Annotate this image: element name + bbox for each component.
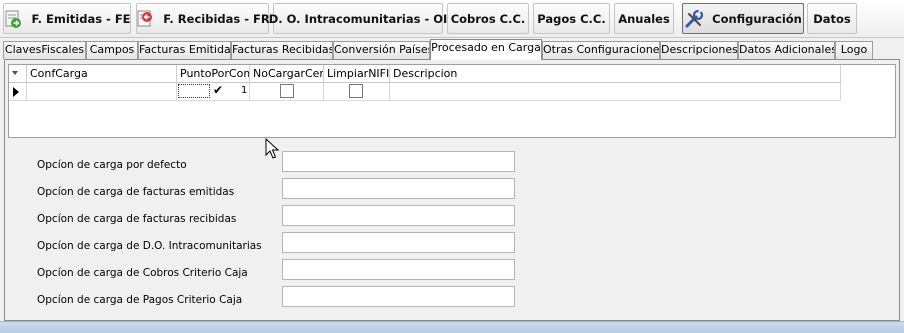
f-emitidas-button[interactable]: F. Emitidas - FE: [3, 3, 131, 34]
datos-button[interactable]: Datos: [807, 3, 857, 34]
opcion-carga-emitidas-label: Opcíon de carga de facturas emitidas: [37, 186, 235, 198]
settings-tools-icon: [684, 8, 704, 29]
grid-header: ConfCarga PuntoPorComa NoCargarCero Limp…: [9, 65, 841, 83]
cell-focus-rect: [178, 84, 210, 98]
column-header-limpiarnifid[interactable]: LimpiarNIFID: [324, 65, 390, 83]
anuales-button[interactable]: Anuales: [614, 3, 674, 34]
do-intracomunitarias-button[interactable]: D. O. Intracomunitarias - OI: [269, 3, 447, 34]
anuales-label: Anuales: [618, 11, 670, 26]
opcion-carga-pagos-input[interactable]: [282, 286, 515, 307]
f-recibidas-button[interactable]: F. Recibidas - FR: [135, 3, 270, 34]
datos-label: Datos: [813, 11, 851, 26]
sort-arrow-icon: [12, 71, 18, 75]
f-recibidas-label: F. Recibidas - FR: [163, 11, 270, 26]
cell-limpiarnifid[interactable]: [324, 83, 390, 100]
column-header-confcarga[interactable]: ConfCarga: [27, 65, 177, 83]
row-header-corner: [9, 65, 27, 83]
do-intracomunitarias-label: D. O. Intracomunitarias - OI: [268, 11, 448, 26]
tab-datos-adicionales[interactable]: Datos Adicionales: [738, 41, 835, 59]
cell-confcarga[interactable]: [27, 83, 177, 100]
table-row[interactable]: ✔ 1: [9, 83, 841, 101]
main-toolbar: F. Emitidas - FE F. Recibidas - FR D. O.…: [0, 0, 904, 38]
pagos-cc-label: Pagos C.C.: [537, 11, 606, 26]
puntoporcoma-checkbox[interactable]: ✔: [211, 84, 225, 98]
opcion-carga-defecto-label: Opcíon de carga por defecto: [37, 159, 187, 171]
opcion-carga-recibidas-input[interactable]: [282, 205, 515, 226]
bottom-status-bar: [0, 321, 904, 333]
cell-nocargarcero[interactable]: [250, 83, 324, 100]
tab-otras-configuraciones[interactable]: Otras Configuraciones: [542, 41, 660, 59]
cobros-cc-button[interactable]: Cobros C.C.: [447, 3, 529, 34]
column-header-descripcion[interactable]: Descripcion: [390, 65, 841, 83]
tab-conversion-paises[interactable]: Conversión Países: [333, 41, 430, 59]
tab-strip: ClavesFiscales Campos Facturas Emitidas …: [0, 39, 904, 60]
nocargarcero-checkbox[interactable]: [280, 84, 294, 98]
opcion-carga-defecto-input[interactable]: [282, 151, 515, 172]
configuracion-button[interactable]: Configuración: [682, 3, 804, 34]
opcion-carga-emitidas-input[interactable]: [282, 178, 515, 199]
tab-campos[interactable]: Campos: [86, 41, 138, 59]
tab-procesado-en-carga[interactable]: Procesado en Carga: [430, 39, 542, 60]
cobros-cc-label: Cobros C.C.: [450, 11, 526, 26]
conf-carga-grid[interactable]: ConfCarga PuntoPorComa NoCargarCero Limp…: [8, 64, 896, 138]
invoice-in-icon: [135, 9, 155, 29]
column-header-puntoporcoma[interactable]: PuntoPorComa: [177, 65, 250, 83]
f-emitidas-label: F. Emitidas - FE: [31, 11, 131, 26]
column-header-nocargarcero[interactable]: NoCargarCero: [250, 65, 324, 83]
row-indicator-cell: [9, 83, 27, 100]
configuracion-label: Configuración: [712, 11, 802, 26]
puntoporcoma-value: 1: [241, 85, 248, 96]
tab-claves-fiscales[interactable]: ClavesFiscales: [3, 41, 86, 59]
tab-facturas-emitidas[interactable]: Facturas Emitidas: [138, 41, 231, 59]
invoice-out-icon: [3, 9, 23, 29]
opcion-carga-intracomunitarias-input[interactable]: [282, 232, 515, 253]
mouse-pointer-icon: [265, 138, 279, 159]
limpiarnifid-checkbox[interactable]: [349, 84, 363, 98]
tab-descripciones[interactable]: Descripciones: [660, 41, 738, 59]
opcion-carga-intracomunitarias-label: Opcíon de carga de D.O. Intracomunitaria…: [37, 240, 262, 252]
opcion-carga-cobros-input[interactable]: [282, 259, 515, 280]
opcion-carga-cobros-label: Opcíon de carga de Cobros Criterio Caja: [37, 267, 248, 279]
pagos-cc-button[interactable]: Pagos C.C.: [533, 3, 610, 34]
procesado-en-carga-panel: ConfCarga PuntoPorComa NoCargarCero Limp…: [4, 59, 900, 321]
current-row-arrow-icon: [13, 87, 19, 97]
opcion-carga-pagos-label: Opcíon de carga de Pagos Criterio Caja: [37, 294, 243, 306]
cell-puntoporcoma[interactable]: ✔ 1: [177, 83, 250, 100]
tab-logo[interactable]: Logo: [835, 41, 873, 59]
cell-descripcion[interactable]: [390, 83, 841, 100]
opcion-carga-recibidas-label: Opcíon de carga de facturas recibidas: [37, 213, 237, 225]
tab-facturas-recibidas[interactable]: Facturas Recibidas: [231, 41, 333, 59]
